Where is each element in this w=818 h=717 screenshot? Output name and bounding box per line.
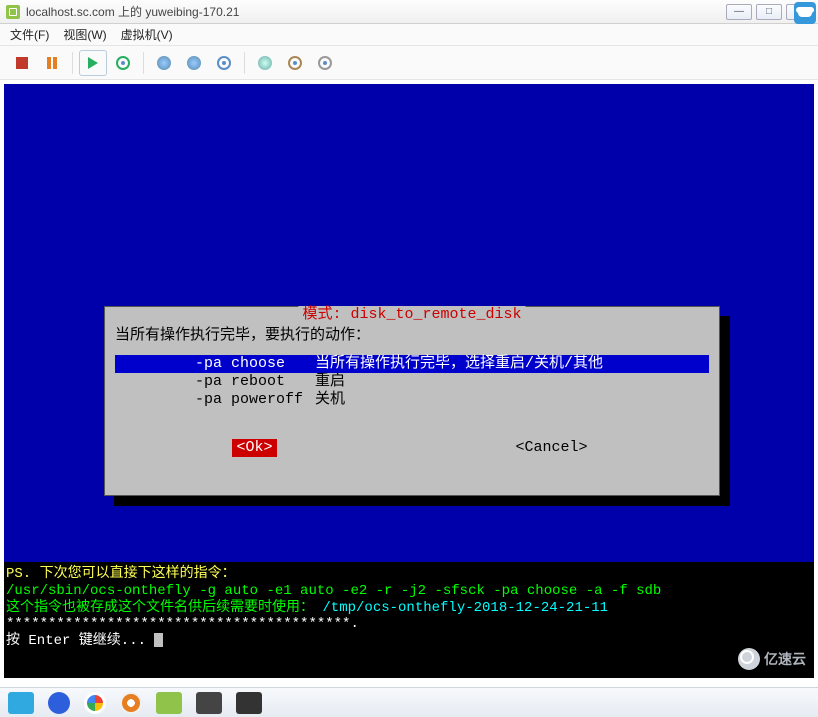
watermark-icon (738, 648, 760, 670)
cancel-button[interactable]: <Cancel> (511, 439, 591, 457)
dialog-options: -pa choose 当所有操作执行完毕，选择重启/关机/其他 -pa rebo… (115, 355, 709, 409)
pause-button[interactable] (38, 50, 66, 76)
revert-icon (217, 56, 231, 70)
terminal-prompt: 按 Enter 键继续... (6, 633, 154, 649)
devices-icon (288, 56, 302, 70)
snapshot-button[interactable] (150, 50, 178, 76)
toolbar-separator (244, 52, 245, 74)
connect-devices-button[interactable] (281, 50, 309, 76)
taskbar-app-1[interactable] (8, 692, 34, 714)
maximize-button[interactable]: □ (756, 4, 782, 20)
refresh-icon (116, 56, 130, 70)
settings-icon (318, 56, 332, 70)
toolbar (0, 46, 818, 80)
mode-dialog: 模式: disk_to_remote_disk 当所有操作执行完毕，要执行的动作… (104, 306, 720, 496)
option-cmd: -pa reboot (195, 373, 315, 391)
option-cmd: -pa poweroff (195, 391, 315, 409)
revert-button[interactable] (210, 50, 238, 76)
vm-display-container: 模式: disk_to_remote_disk 当所有操作执行完毕，要执行的动作… (0, 80, 818, 682)
terminal-output: PS. 下次您可以直接下这样的指令： /usr/sbin/ocs-onthefl… (4, 562, 814, 678)
option-pa-reboot[interactable]: -pa reboot 重启 (115, 373, 709, 391)
terminal-ps-label: PS. (6, 566, 31, 582)
dialog-title: 模式: disk_to_remote_disk (298, 306, 525, 324)
vm-screen[interactable]: 模式: disk_to_remote_disk 当所有操作执行完毕，要执行的动作… (4, 84, 814, 678)
snapshot-manage-button[interactable] (180, 50, 208, 76)
taskbar-app-2[interactable] (48, 692, 70, 714)
terminal-save-path: /tmp/ocs-onthefly-2018-12-24-21-11 (322, 600, 608, 616)
window-title: localhost.sc.com 上的 yuweibing-170.21 (26, 3, 720, 20)
play-icon (88, 57, 98, 69)
toolbar-separator (143, 52, 144, 74)
dialog-buttons: <Ok> <Cancel> (115, 439, 709, 457)
option-desc: 重启 (315, 373, 345, 391)
cloud-badge-icon (794, 2, 816, 24)
stop-icon (16, 57, 28, 69)
terminal-command: /usr/sbin/ocs-onthefly -g auto -e1 auto … (6, 583, 661, 599)
terminal-ps-text: 下次您可以直接下这样的指令： (31, 566, 235, 582)
refresh-button[interactable] (109, 50, 137, 76)
option-desc: 当所有操作执行完毕，选择重启/关机/其他 (315, 355, 603, 373)
taskbar-terminal[interactable] (236, 692, 262, 714)
taskbar-firefox[interactable] (120, 692, 142, 714)
fullscreen-button[interactable] (251, 50, 279, 76)
menu-vm[interactable]: 虚拟机(V) (121, 26, 173, 43)
snapshot-manage-icon (187, 56, 201, 70)
option-pa-poweroff[interactable]: -pa poweroff 关机 (115, 391, 709, 409)
taskbar-app-6[interactable] (196, 692, 222, 714)
fullscreen-icon (258, 56, 272, 70)
toolbar-separator (72, 52, 73, 74)
menu-file[interactable]: 文件(F) (10, 26, 49, 43)
minimize-button[interactable]: — (726, 4, 752, 20)
option-cmd: -pa choose (195, 355, 315, 373)
watermark-text: 亿速云 (764, 649, 806, 669)
taskbar (0, 687, 818, 717)
taskbar-vmware[interactable] (156, 692, 182, 714)
stop-button[interactable] (8, 50, 36, 76)
ok-button[interactable]: <Ok> (232, 439, 276, 457)
menubar: 文件(F) 视图(W) 虚拟机(V) (0, 24, 818, 46)
pause-icon (47, 57, 57, 69)
terminal-stars: ****************************************… (6, 616, 359, 632)
option-desc: 关机 (315, 391, 345, 409)
option-pa-choose[interactable]: -pa choose 当所有操作执行完毕，选择重启/关机/其他 (115, 355, 709, 373)
watermark: 亿速云 (738, 648, 806, 670)
play-button[interactable] (79, 50, 107, 76)
settings-button[interactable] (311, 50, 339, 76)
app-icon (6, 5, 20, 19)
snapshot-icon (157, 56, 171, 70)
terminal-save-text: 这个指令也被存成这个文件名供后续需要时使用： (6, 600, 314, 616)
taskbar-chrome[interactable] (84, 692, 106, 714)
dialog-prompt: 当所有操作执行完毕，要执行的动作： (115, 327, 709, 345)
cursor-icon (154, 633, 163, 647)
menu-view[interactable]: 视图(W) (63, 26, 106, 43)
